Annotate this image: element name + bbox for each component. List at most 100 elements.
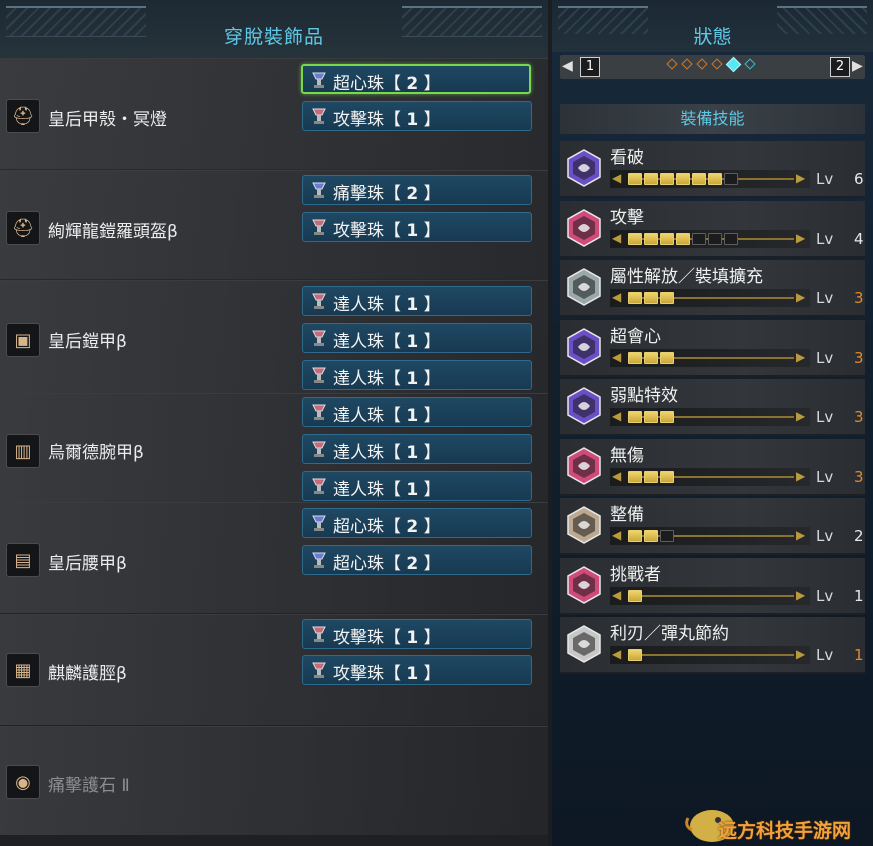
decoration-level: 1 <box>406 664 419 684</box>
decoration-jewel-icon <box>312 182 326 198</box>
gauge-pip-filled <box>644 351 658 364</box>
gauge-left-cap-icon: ◀ <box>612 468 622 483</box>
decoration-slot[interactable]: 超心珠【 2 】 <box>302 508 532 538</box>
decoration-name-text: 超心珠 <box>333 74 384 94</box>
gauge-pip-filled <box>628 589 642 602</box>
decoration-slot[interactable]: 痛擊珠【 2 】 <box>302 175 532 205</box>
decoration-slot[interactable]: 攻擊珠【 1 】 <box>302 212 532 242</box>
skill-gem-icon <box>567 268 601 306</box>
skill-level-gauge: ◀ ▶ <box>610 646 810 664</box>
skill-level-gauge: ◀ ▶ <box>610 348 810 367</box>
decoration-level: 1 <box>406 628 419 648</box>
pager-right-key[interactable]: 2 <box>830 57 850 77</box>
gauge-pip-filled <box>644 292 658 304</box>
skill-row[interactable]: 弱點特效 ◀ ▶ Lv 3 <box>560 379 865 436</box>
skill-name: 超會心 <box>610 326 661 347</box>
decoration-name-text: 達人珠 <box>333 369 384 389</box>
pager-right-arrow-icon[interactable]: ▶ <box>852 58 863 74</box>
gauge-pip-filled <box>644 530 658 542</box>
gauge-pip-empty <box>708 232 722 245</box>
decoration-name: 攻擊珠【 1 】 <box>333 628 441 648</box>
gauge-pip-filled <box>628 470 642 483</box>
gauge-pip-filled <box>660 232 674 245</box>
decoration-slot[interactable]: 達人珠【 1 】 <box>302 323 532 353</box>
skill-name: 無傷 <box>610 445 644 466</box>
decoration-slot[interactable]: 達人珠【 1 】 <box>302 471 532 501</box>
helm-icon: ⛑ <box>6 99 40 133</box>
gauge-pip-filled <box>628 530 642 542</box>
gauge-left-cap-icon: ◀ <box>612 528 622 542</box>
decoration-slot[interactable]: 超心珠【 2 】 <box>302 545 532 575</box>
skill-row[interactable]: 看破 ◀ ▶ Lv 6 <box>560 141 865 198</box>
gauge-left-cap-icon: ◀ <box>612 647 622 661</box>
gauge-right-cap-icon: ▶ <box>796 647 806 661</box>
skill-row[interactable]: 整備 ◀ ▶ Lv 2 <box>560 498 865 555</box>
skill-row[interactable]: 攻擊 ◀ ▶ Lv 4 <box>560 200 865 258</box>
skill-level-value: 2 <box>854 527 864 545</box>
decoration-jewel-icon <box>312 72 326 88</box>
decoration-level: 1 <box>406 443 419 463</box>
gauge-pip-filled <box>660 411 674 423</box>
pager-left-key[interactable]: 1 <box>580 57 600 77</box>
arm-armor-icon: ▥ <box>6 434 40 468</box>
gauge-pip-filled <box>676 173 690 185</box>
skill-lv-label: Lv <box>816 289 834 307</box>
gauge-left-cap-icon: ◀ <box>612 171 622 185</box>
decoration-slot[interactable]: 攻擊珠【 1 】 <box>302 101 532 131</box>
skill-row[interactable]: 無傷 ◀ ▶ Lv 3 <box>560 438 865 496</box>
decoration-jewel-icon <box>312 441 326 457</box>
skill-lv-label: Lv <box>816 229 834 248</box>
skill-row[interactable]: 屬性解放／裝填擴充 ◀ ▶ Lv 3 <box>560 260 865 317</box>
gauge-pip-filled <box>628 232 642 245</box>
skill-row[interactable]: 挑戰者 ◀ ▶ Lv 1 <box>560 557 865 615</box>
gauge-left-cap-icon: ◀ <box>612 587 622 602</box>
decoration-name-text: 達人珠 <box>333 295 384 315</box>
skill-row[interactable]: 超會心 ◀ ▶ Lv 3 <box>560 319 865 377</box>
gauge-track <box>634 654 794 656</box>
skill-row[interactable]: 利刃／彈丸節約 ◀ ▶ Lv 1 <box>560 617 865 674</box>
skill-lv-label: Lv <box>816 527 834 545</box>
decoration-name-text: 攻擊珠 <box>333 628 384 648</box>
equipment-row[interactable]: ◉ 痛擊護石 Ⅱ <box>0 726 548 835</box>
decoration-jewel-icon <box>312 515 326 531</box>
decoration-jewel-icon <box>312 662 326 678</box>
decoration-name: 達人珠【 1 】 <box>333 443 441 463</box>
decoration-slot[interactable]: 達人珠【 1 】 <box>302 397 532 427</box>
decoration-slot[interactable]: 攻擊珠【 1 】 <box>302 619 532 649</box>
skill-level-value: 3 <box>854 408 864 426</box>
gauge-pip-filled <box>628 292 642 304</box>
page-indicator <box>666 56 756 73</box>
decoration-name-text: 超心珠 <box>333 554 384 574</box>
gauge-pip-filled <box>628 173 642 185</box>
gauge-pip-empty <box>724 232 738 245</box>
decoration-slot[interactable]: 達人珠【 1 】 <box>302 286 532 316</box>
equipment-name: 痛擊護石 Ⅱ <box>48 776 130 796</box>
decoration-level: 1 <box>406 369 419 389</box>
skill-level-gauge: ◀ ▶ <box>610 408 810 426</box>
charm-icon: ◉ <box>6 765 40 799</box>
gauge-left-cap-icon: ◀ <box>612 290 622 304</box>
page-selector[interactable]: ◀ 1 2 ▶ <box>560 55 865 79</box>
gauge-pips <box>628 589 642 602</box>
decoration-slot[interactable]: 攻擊珠【 1 】 <box>302 655 532 685</box>
page-dot <box>725 56 742 73</box>
skill-gem-icon <box>567 625 601 663</box>
equipment-name: 絢輝龍鎧羅頭盔β <box>48 222 178 242</box>
pager-left-arrow-icon[interactable]: ◀ <box>562 58 573 74</box>
gauge-pips <box>628 292 674 304</box>
gauge-pip-filled <box>644 411 658 423</box>
gauge-pip-filled <box>708 173 722 185</box>
gauge-pip-filled <box>628 351 642 364</box>
decoration-jewel-icon <box>312 552 326 568</box>
equipment-name: 皇后甲殼・冥燈 <box>48 110 167 130</box>
decoration-slot[interactable]: 達人珠【 1 】 <box>302 434 532 464</box>
skill-name: 整備 <box>610 505 644 525</box>
decoration-name: 攻擊珠【 1 】 <box>333 110 441 130</box>
skill-lv-label: Lv <box>816 348 834 367</box>
skill-gem-icon <box>567 327 601 366</box>
decoration-slot[interactable]: 達人珠【 1 】 <box>302 360 532 390</box>
gauge-right-cap-icon: ▶ <box>796 230 806 245</box>
decoration-slot[interactable]: 超心珠【 2 】 <box>301 64 531 94</box>
skill-level-value: 3 <box>854 289 864 307</box>
decoration-level: 2 <box>406 517 419 537</box>
